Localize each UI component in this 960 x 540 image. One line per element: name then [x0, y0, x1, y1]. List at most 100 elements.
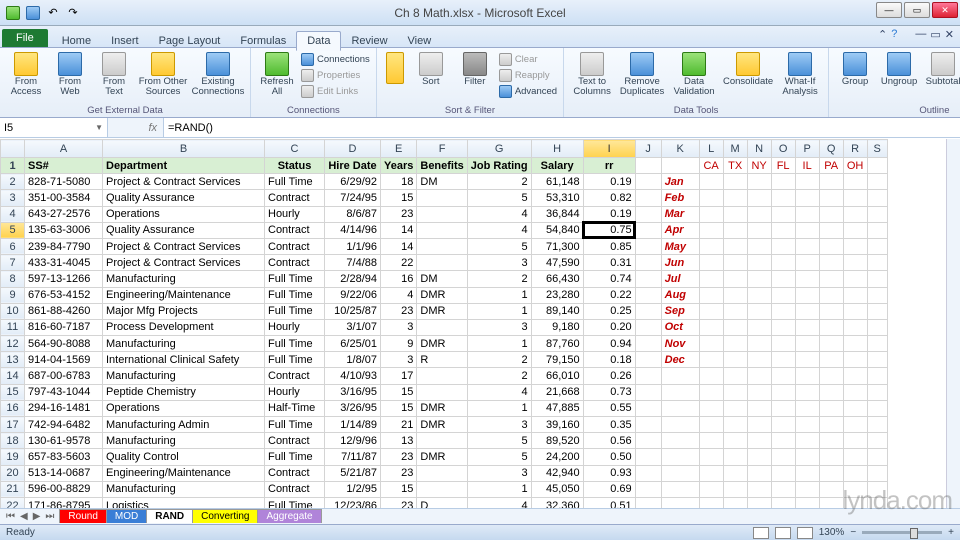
- cell-I19[interactable]: 0.50: [583, 449, 635, 465]
- month-cell[interactable]: [661, 384, 699, 400]
- cell[interactable]: 3: [467, 417, 531, 433]
- cell[interactable]: [867, 368, 887, 384]
- cell-I9[interactable]: 0.22: [583, 287, 635, 303]
- cell[interactable]: International Clinical Safety: [103, 352, 265, 368]
- cell[interactable]: 1: [467, 481, 531, 497]
- cell[interactable]: [795, 400, 819, 416]
- cell[interactable]: [723, 238, 747, 254]
- cell[interactable]: 24,200: [531, 449, 583, 465]
- cell[interactable]: [843, 465, 867, 481]
- cell[interactable]: [417, 368, 467, 384]
- cell[interactable]: Quality Assurance: [103, 190, 265, 206]
- row-header-12[interactable]: 12: [1, 336, 25, 352]
- cell[interactable]: [819, 271, 843, 287]
- cell[interactable]: 16: [381, 271, 417, 287]
- tab-data[interactable]: Data: [296, 31, 341, 51]
- cell[interactable]: 21,668: [531, 384, 583, 400]
- cell[interactable]: [635, 497, 661, 508]
- cell[interactable]: [771, 368, 795, 384]
- cell[interactable]: Operations: [103, 206, 265, 222]
- cell[interactable]: [747, 303, 771, 319]
- cell[interactable]: [843, 481, 867, 497]
- cell[interactable]: 9/22/06: [325, 287, 381, 303]
- cell[interactable]: [417, 255, 467, 271]
- cell[interactable]: 54,840: [531, 222, 583, 238]
- header-cell[interactable]: Salary: [531, 158, 583, 174]
- cell[interactable]: 15: [381, 384, 417, 400]
- col-header-M[interactable]: M: [723, 140, 747, 158]
- cell[interactable]: [843, 433, 867, 449]
- cell[interactable]: [843, 190, 867, 206]
- cell[interactable]: [795, 303, 819, 319]
- state-cell[interactable]: TX: [723, 158, 747, 174]
- cell[interactable]: [795, 206, 819, 222]
- cell[interactable]: [747, 465, 771, 481]
- cell[interactable]: 294-16-1481: [25, 400, 103, 416]
- state-cell[interactable]: OH: [843, 158, 867, 174]
- cell[interactable]: [867, 271, 887, 287]
- cell[interactable]: [723, 222, 747, 238]
- reapply-button[interactable]: Reapply: [499, 68, 557, 83]
- cell[interactable]: [723, 255, 747, 271]
- col-header-G[interactable]: G: [467, 140, 531, 158]
- header-cell[interactable]: Job Rating: [467, 158, 531, 174]
- cell[interactable]: [819, 481, 843, 497]
- cell[interactable]: [723, 336, 747, 352]
- cell[interactable]: [417, 222, 467, 238]
- cell[interactable]: [771, 255, 795, 271]
- cell[interactable]: 12/9/96: [325, 433, 381, 449]
- cell[interactable]: Engineering/Maintenance: [103, 465, 265, 481]
- cell[interactable]: [867, 449, 887, 465]
- cell[interactable]: [635, 303, 661, 319]
- cell[interactable]: 797-43-1044: [25, 384, 103, 400]
- cell[interactable]: [867, 481, 887, 497]
- header-cell[interactable]: rr: [583, 158, 635, 174]
- cell[interactable]: 2: [467, 368, 531, 384]
- existing-conn-button[interactable]: Existing Connections: [192, 52, 244, 97]
- cell[interactable]: [771, 206, 795, 222]
- cell-I22[interactable]: 0.51: [583, 497, 635, 508]
- cell[interactable]: 597-13-1266: [25, 271, 103, 287]
- cell[interactable]: [819, 384, 843, 400]
- cell[interactable]: [747, 481, 771, 497]
- cell[interactable]: [819, 336, 843, 352]
- cell[interactable]: 3/16/95: [325, 384, 381, 400]
- cell[interactable]: [747, 222, 771, 238]
- cell[interactable]: [417, 190, 467, 206]
- cell[interactable]: [699, 174, 723, 190]
- cell[interactable]: Manufacturing Admin: [103, 417, 265, 433]
- row-header-17[interactable]: 17: [1, 417, 25, 433]
- cell[interactable]: [417, 206, 467, 222]
- state-cell[interactable]: FL: [771, 158, 795, 174]
- cell[interactable]: [843, 238, 867, 254]
- month-cell[interactable]: [661, 368, 699, 384]
- cell[interactable]: [819, 465, 843, 481]
- cell-I18[interactable]: 0.56: [583, 433, 635, 449]
- cell-I11[interactable]: 0.20: [583, 319, 635, 335]
- cell[interactable]: [819, 368, 843, 384]
- tab-formulas[interactable]: Formulas: [230, 32, 296, 50]
- cell[interactable]: [819, 174, 843, 190]
- cell-I17[interactable]: 0.35: [583, 417, 635, 433]
- cell[interactable]: [867, 465, 887, 481]
- cell[interactable]: 171-86-8795: [25, 497, 103, 508]
- cell[interactable]: [635, 433, 661, 449]
- cell[interactable]: [843, 352, 867, 368]
- cell[interactable]: Project & Contract Services: [103, 238, 265, 254]
- cell[interactable]: [417, 319, 467, 335]
- cell[interactable]: 914-04-1569: [25, 352, 103, 368]
- cell[interactable]: 13: [381, 433, 417, 449]
- cell[interactable]: [699, 206, 723, 222]
- cell-I3[interactable]: 0.82: [583, 190, 635, 206]
- cell[interactable]: [771, 481, 795, 497]
- window-min-icon[interactable]: —: [915, 28, 926, 41]
- cell[interactable]: DMR: [417, 303, 467, 319]
- zoom-level[interactable]: 130%: [819, 527, 845, 538]
- month-cell[interactable]: May: [661, 238, 699, 254]
- cell[interactable]: [723, 271, 747, 287]
- tab-page-layout[interactable]: Page Layout: [149, 32, 231, 50]
- cell[interactable]: [819, 400, 843, 416]
- cell[interactable]: 643-27-2576: [25, 206, 103, 222]
- cell[interactable]: [795, 433, 819, 449]
- cell[interactable]: 2/28/94: [325, 271, 381, 287]
